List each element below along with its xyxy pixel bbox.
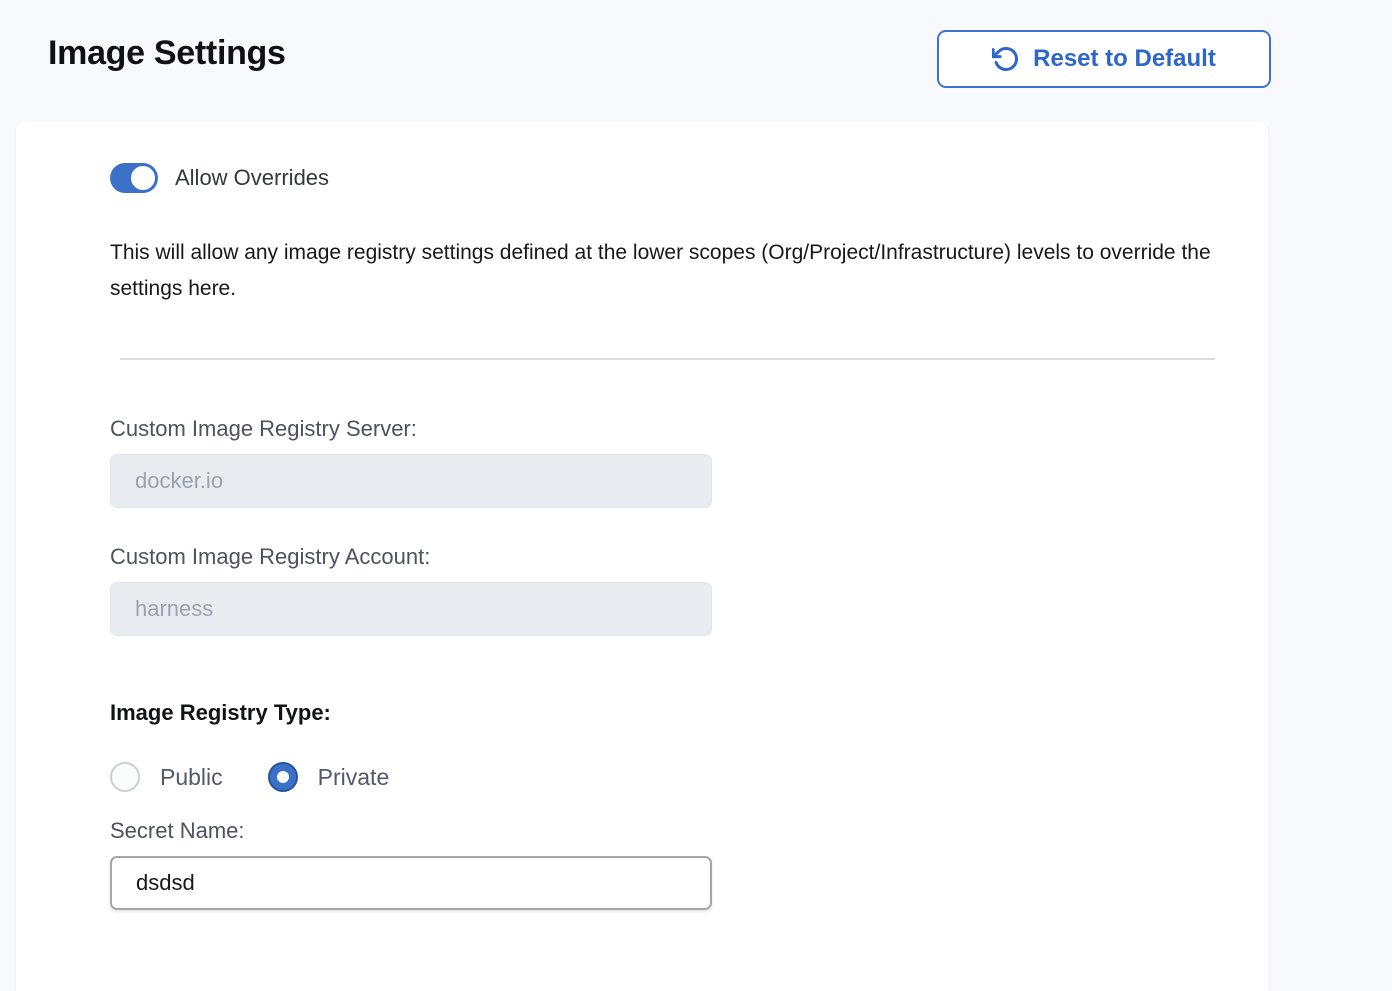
page-title: Image Settings [48, 34, 286, 73]
section-divider [120, 358, 1215, 360]
registry-server-label: Custom Image Registry Server: [110, 416, 1228, 442]
secret-name-field-group: Secret Name: [110, 818, 1228, 910]
registry-account-input[interactable] [110, 582, 712, 636]
toggle-knob [131, 166, 155, 190]
registry-server-field-group: Custom Image Registry Server: [110, 416, 1228, 508]
public-radio-label: Public [160, 764, 223, 791]
private-radio-button[interactable] [268, 762, 298, 792]
registry-account-field-group: Custom Image Registry Account: [110, 544, 1228, 636]
secret-name-label: Secret Name: [110, 818, 1228, 844]
registry-type-heading: Image Registry Type: [110, 700, 1228, 726]
reset-button-label: Reset to Default [1033, 45, 1216, 73]
radio-option-private[interactable]: Private [268, 762, 390, 792]
registry-type-radio-group: Public Private [110, 762, 1228, 792]
public-radio-button[interactable] [110, 762, 140, 792]
reset-icon [992, 45, 1020, 73]
radio-option-public[interactable]: Public [110, 762, 223, 792]
allow-overrides-label: Allow Overrides [175, 165, 329, 191]
secret-name-input[interactable] [110, 856, 712, 910]
registry-server-input[interactable] [110, 454, 712, 508]
image-settings-card: Allow Overrides This will allow any imag… [16, 122, 1268, 991]
registry-account-label: Custom Image Registry Account: [110, 544, 1228, 570]
overrides-description: This will allow any image registry setti… [110, 235, 1228, 307]
reset-to-default-button[interactable]: Reset to Default [937, 30, 1271, 88]
private-radio-label: Private [318, 764, 390, 791]
allow-overrides-toggle[interactable] [110, 163, 158, 193]
allow-overrides-row: Allow Overrides [110, 163, 1228, 193]
